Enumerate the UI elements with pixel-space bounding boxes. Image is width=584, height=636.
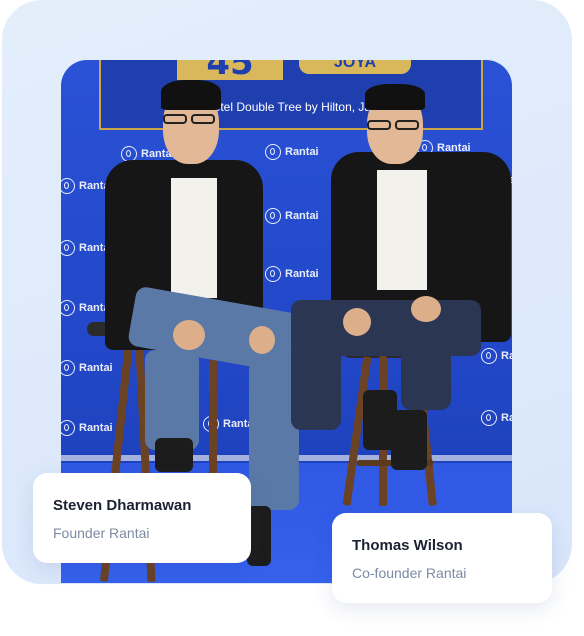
hand — [249, 326, 275, 354]
rantai-logo-icon — [61, 420, 75, 436]
watermark: Rantai — [61, 420, 113, 436]
rantai-logo-icon — [265, 208, 281, 224]
hand — [411, 296, 441, 322]
rantai-logo-icon — [265, 266, 281, 282]
glasses — [163, 114, 187, 124]
person-card-thomas: Thomas Wilson Co-founder Rantai — [332, 513, 552, 603]
rantai-logo-icon — [61, 240, 75, 256]
glasses — [367, 120, 391, 130]
shoe — [155, 438, 193, 472]
glasses — [395, 120, 419, 130]
watermark: Rantai — [265, 144, 319, 160]
person-name: Thomas Wilson — [352, 537, 463, 554]
person-role: Founder Rantai — [53, 525, 150, 541]
glasses — [191, 114, 215, 124]
watermark: Rantai — [265, 208, 319, 224]
watermark: Rantai — [265, 266, 319, 282]
banner-number: 45 — [177, 60, 283, 80]
rantai-logo-icon — [481, 410, 497, 426]
person-name: Steven Dharmawan — [53, 497, 192, 514]
rantai-logo-icon — [481, 348, 497, 364]
jeans — [291, 340, 341, 430]
rantai-logo-icon — [61, 300, 75, 316]
watermark: Rantai — [481, 348, 512, 364]
rantai-logo-icon — [61, 360, 75, 376]
hand — [343, 308, 371, 336]
banner-word: JOYA — [299, 60, 411, 74]
hair — [365, 84, 425, 110]
rantai-logo-icon — [61, 178, 75, 194]
jeans — [145, 350, 199, 450]
watermark: Rantai — [61, 360, 113, 376]
shirt — [377, 170, 427, 290]
person-card-steven: Steven Dharmawan Founder Rantai — [33, 473, 251, 563]
stool-leg — [209, 360, 217, 480]
person-role: Co-founder Rantai — [352, 565, 467, 581]
rantai-logo-icon — [265, 144, 281, 160]
shirt — [171, 178, 217, 298]
jeans — [401, 340, 451, 410]
watermark: Rantai — [481, 410, 512, 426]
event-banner: 45 JOYA Hotel Double Tree by Hilton, Jak — [99, 60, 483, 130]
banner-venue: Hotel Double Tree by Hilton, Jak — [205, 100, 378, 114]
shoe — [391, 410, 427, 470]
hair — [161, 80, 221, 110]
hand — [173, 320, 205, 350]
